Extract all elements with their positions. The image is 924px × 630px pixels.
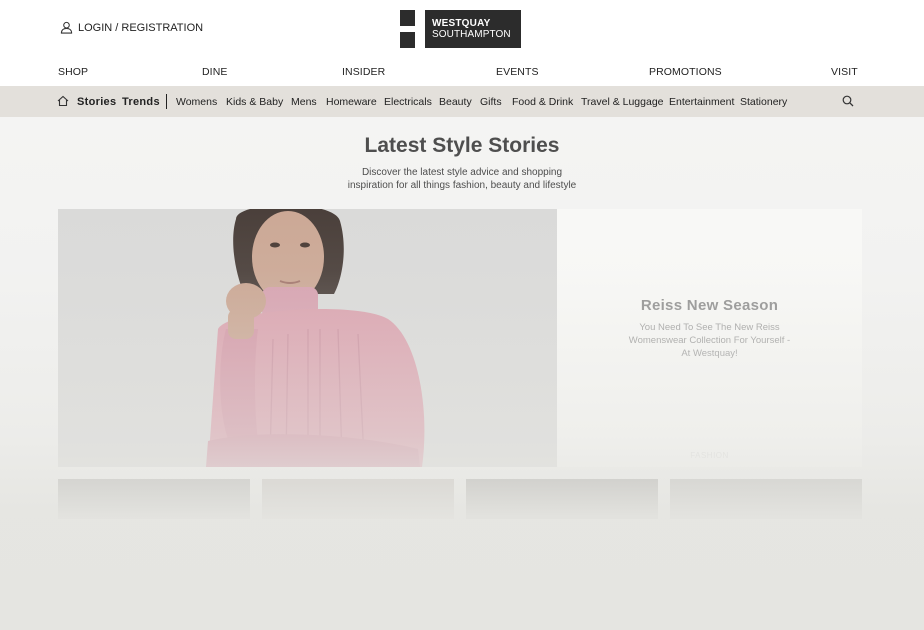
nav-dine[interactable]: DINE	[202, 66, 228, 78]
subnav-gifts[interactable]: Gifts	[480, 96, 502, 108]
subnav-beauty[interactable]: Beauty	[439, 96, 472, 108]
subnav-homeware[interactable]: Homeware	[326, 96, 377, 108]
subnav-womens[interactable]: Womens	[176, 96, 217, 108]
featured-story-card[interactable]: Reiss New Season You Need To See The New…	[557, 209, 862, 467]
subnav-stationery[interactable]: Stationery	[740, 96, 787, 108]
model-photo	[58, 209, 557, 467]
story-thumbnail[interactable]	[58, 479, 250, 519]
subnav-entertainment[interactable]: Entertainment	[669, 96, 734, 108]
nav-promotions[interactable]: PROMOTIONS	[649, 66, 722, 78]
featured-story-image[interactable]	[58, 209, 557, 467]
logo-line-2: SOUTHAMPTON	[432, 29, 511, 40]
story-thumbnail[interactable]	[466, 479, 658, 519]
page-subtitle-line-1: Discover the latest style advice and sho…	[361, 167, 563, 178]
featured-story-description: You Need To See The New Reiss Womenswear…	[628, 322, 791, 359]
top-bar: LOGIN / REGISTRATION WESTQUAY SOUTHAMPTO…	[0, 0, 924, 60]
subnav-trends[interactable]: Trends	[122, 96, 160, 108]
subnav-divider	[166, 94, 167, 109]
nav-events[interactable]: EVENTS	[496, 66, 539, 78]
nav-shop[interactable]: SHOP	[58, 66, 88, 78]
login-link[interactable]: LOGIN / REGISTRATION	[60, 21, 203, 34]
featured-story: Reiss New Season You Need To See The New…	[58, 209, 862, 467]
main-nav: SHOP DINE INSIDER EVENTS PROMOTIONS VISI…	[0, 66, 924, 80]
page-title: Latest Style Stories	[364, 134, 560, 157]
featured-story-title: Reiss New Season	[640, 297, 779, 314]
stories-subnav: Stories Trends Womens Kids & Baby Mens H…	[0, 86, 924, 117]
featured-story-tag: FASHION	[690, 451, 729, 460]
home-icon[interactable]	[57, 95, 69, 107]
subnav-stories[interactable]: Stories	[77, 96, 116, 108]
story-thumbnail[interactable]	[670, 479, 862, 519]
subnav-electricals[interactable]: Electricals	[384, 96, 432, 108]
subnav-kids-baby[interactable]: Kids & Baby	[226, 96, 283, 108]
logo-wordmark: WESTQUAY SOUTHAMPTON	[425, 10, 521, 48]
nav-visit[interactable]: VISIT	[831, 66, 858, 78]
logo-mark	[400, 10, 415, 48]
nav-insider[interactable]: INSIDER	[342, 66, 385, 78]
search-icon[interactable]	[842, 95, 854, 107]
login-label: LOGIN / REGISTRATION	[78, 21, 204, 34]
subnav-mens[interactable]: Mens	[291, 96, 317, 108]
story-thumbnail[interactable]	[262, 479, 454, 519]
logo-line-1: WESTQUAY	[432, 18, 491, 29]
story-thumbnails	[58, 479, 862, 519]
user-icon	[60, 21, 73, 34]
page-subtitle: Discover the latest style advice and sho…	[0, 166, 924, 192]
subnav-food-drink[interactable]: Food & Drink	[512, 96, 573, 108]
westquay-logo[interactable]: WESTQUAY SOUTHAMPTON	[400, 10, 521, 48]
subnav-travel-luggage[interactable]: Travel & Luggage	[581, 96, 664, 108]
page-subtitle-line-2: inspiration for all things fashion, beau…	[347, 180, 577, 191]
